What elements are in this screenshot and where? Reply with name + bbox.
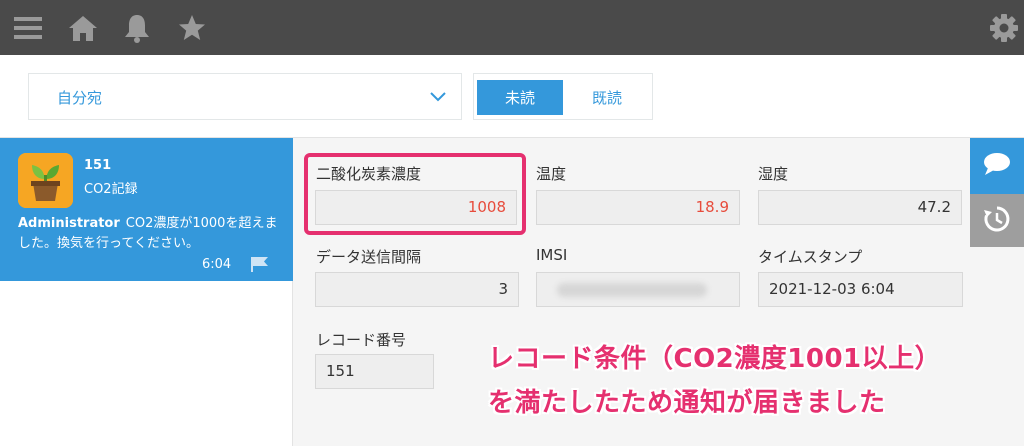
speech-bubble-icon <box>982 151 1012 181</box>
menu-icon[interactable] <box>12 12 44 44</box>
humidity-label: 湿度 <box>758 165 789 183</box>
imsi-label: IMSI <box>536 246 568 264</box>
record-number-label: レコード番号 <box>316 331 407 349</box>
bell-icon[interactable] <box>121 12 153 44</box>
timestamp-label: タイムスタンプ <box>758 248 863 266</box>
interval-value: 3 <box>315 272 519 307</box>
record-number-value: 151 <box>315 354 434 389</box>
temperature-value: 18.9 <box>536 190 740 225</box>
home-icon[interactable] <box>67 12 99 44</box>
notification-app-name: CO2記録 <box>84 182 138 197</box>
filter-row: 自分宛 未読 既読 <box>0 55 1024 138</box>
co2-highlight-frame <box>304 153 526 235</box>
imsi-value <box>536 272 740 307</box>
history-icon <box>982 204 1012 238</box>
redacted-value <box>557 283 707 297</box>
flag-icon[interactable] <box>250 256 270 276</box>
timestamp-value: 2021-12-03 6:04 <box>758 272 963 307</box>
gear-icon[interactable] <box>988 12 1020 44</box>
notification-user: Administrator <box>18 216 120 231</box>
history-button[interactable] <box>970 194 1024 247</box>
interval-label: データ送信間隔 <box>316 248 422 266</box>
notification-item[interactable]: 151 CO2記録 Administrator CO2濃度が1000を超えました。… <box>0 138 293 281</box>
notification-message: Administrator CO2濃度が1000を超えました。換気を行ってください… <box>18 214 280 254</box>
dropdown-selected-value: 自分宛 <box>57 89 103 107</box>
temperature-label: 温度 <box>536 165 567 183</box>
humidity-value: 47.2 <box>758 190 962 225</box>
notification-record-number: 151 <box>84 158 112 173</box>
tab-read[interactable]: 既読 <box>564 80 650 115</box>
tab-unread[interactable]: 未読 <box>477 80 563 115</box>
plant-app-icon <box>18 153 73 208</box>
recipient-filter-dropdown[interactable]: 自分宛 <box>28 73 462 120</box>
notification-list: 151 CO2記録 Administrator CO2濃度が1000を超えました。… <box>0 138 293 446</box>
comment-button[interactable] <box>970 138 1024 194</box>
top-navigation-bar <box>0 0 1024 55</box>
annotation-line-1: レコード条件（CO2濃度1001以上） <box>488 344 942 374</box>
notification-time: 6:04 <box>202 257 232 272</box>
side-panel-background <box>970 247 1024 446</box>
chevron-down-icon <box>429 88 447 107</box>
star-icon[interactable] <box>176 12 208 44</box>
read-status-toggle: 未読 既読 <box>473 73 653 120</box>
annotation-line-2: を満たしたため通知が届きました <box>488 388 886 418</box>
